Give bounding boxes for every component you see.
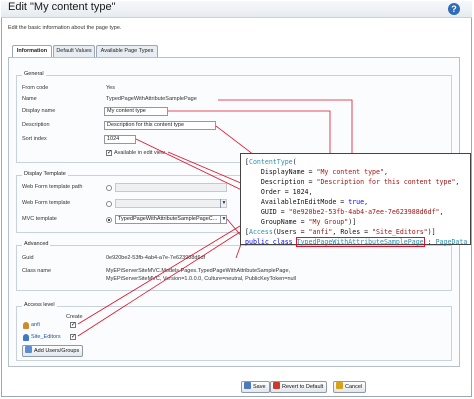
- web-form-path-input[interactable]: [115, 183, 227, 192]
- page-description: Edit the basic information about the pag…: [8, 25, 122, 31]
- code-token: "anfi": [308, 228, 333, 236]
- code-line: Order = 1024,: [245, 188, 313, 196]
- code-token: "0e920be2-53fb-4ab4-a7ee-7e623988d6df": [288, 208, 440, 216]
- code-token: "My Group": [308, 218, 349, 226]
- sort-index-label: Sort index: [22, 136, 47, 142]
- help-icon[interactable]: ?: [448, 3, 460, 15]
- access-level-legend: Access level: [22, 302, 57, 308]
- code-token: ,: [364, 198, 369, 206]
- name-label: Name: [22, 96, 37, 102]
- code-token: Description =: [245, 178, 317, 186]
- code-line: GUID = "0e920be2-53fb-4ab4-a7ee-7e623988…: [245, 207, 466, 217]
- code-token: :: [423, 238, 436, 246]
- add-users-icon: [25, 346, 32, 353]
- save-button[interactable]: Save: [241, 381, 270, 393]
- display-template-legend: Display Template: [22, 171, 68, 177]
- chevron-down-icon[interactable]: ▼: [220, 215, 227, 224]
- page-title: Edit "My content type": [8, 1, 116, 13]
- user-icon: [23, 322, 29, 329]
- web-form-radio[interactable]: [106, 201, 112, 207]
- code-token: )]: [427, 228, 436, 236]
- class-name-label: Class name: [22, 268, 52, 274]
- revert-icon: [273, 382, 280, 389]
- tab-available-page-types[interactable]: Available Page Types: [96, 45, 158, 57]
- add-users-groups-label: Add Users/Groups: [34, 348, 80, 354]
- code-token: GUID =: [245, 208, 289, 216]
- general-legend: General: [22, 71, 46, 77]
- code-line: [Access(Users = "anfi", Roles = "Site_Ed…: [245, 227, 466, 237]
- from-code-value: Yes: [106, 85, 115, 91]
- description-input[interactable]: Description for this content type: [104, 121, 216, 130]
- web-form-path-radio[interactable]: [106, 185, 112, 191]
- mvc-template-select[interactable]: TypedPageWithAttributeSamplePageC...: [115, 215, 227, 224]
- add-users-groups-button[interactable]: Add Users/Groups: [22, 345, 84, 357]
- save-label: Save: [253, 384, 266, 390]
- advanced-legend: Advanced: [22, 241, 51, 247]
- code-token: GroupName =: [245, 218, 309, 226]
- available-in-edit-label: Available in edit view: [114, 150, 165, 156]
- revert-label: Revert to Default: [282, 384, 324, 390]
- code-token: , Roles =: [332, 228, 373, 236]
- cancel-label: Cancel: [345, 384, 363, 390]
- web-form-path-label: Web Form template path: [22, 184, 83, 190]
- description-label: Description: [22, 122, 50, 128]
- general-fieldset: [16, 75, 452, 163]
- mvc-template-radio[interactable]: [106, 217, 112, 223]
- code-token: "Description for this content type": [316, 178, 456, 186]
- code-token: (Users =: [272, 228, 309, 236]
- code-line: Description = "Description for this cont…: [245, 177, 466, 187]
- sort-index-input[interactable]: 1024: [104, 135, 136, 144]
- mvc-template-label: MVC template: [22, 216, 57, 222]
- code-line: [ContentType(: [245, 157, 466, 167]
- code-token: TypedPageWithAttributeSamplePage: [295, 237, 425, 247]
- code-token: )]: [348, 218, 357, 226]
- code-token: AvailableInEditMode =: [245, 198, 349, 206]
- site-editors-create-checkbox[interactable]: ✓: [70, 334, 76, 340]
- tab-default-values[interactable]: Default Values: [53, 45, 95, 57]
- code-token: Access: [248, 228, 273, 236]
- code-token: ,: [455, 178, 460, 186]
- cancel-icon: [336, 382, 343, 389]
- code-token: "My content type": [316, 168, 384, 176]
- anfi-create-checkbox[interactable]: ✓: [70, 322, 76, 328]
- display-name-label: Display name: [22, 108, 56, 114]
- display-name-input[interactable]: My content type: [104, 107, 168, 116]
- guid-value: 0e920be2-53fb-4ab4-a7e-7e623988d6df: [106, 255, 206, 261]
- code-token: ContentType: [248, 158, 293, 166]
- class-name-value-line1: MyEPiServerSiteMVC.Models.Pages.TypedPag…: [106, 268, 291, 274]
- group-icon: [23, 334, 29, 341]
- save-icon: [244, 382, 251, 389]
- revert-to-default-button[interactable]: Revert to Default: [270, 381, 328, 393]
- web-form-label: Web Form template: [22, 200, 71, 206]
- create-column-header: Create: [66, 314, 83, 320]
- code-line: DisplayName = "My content type",: [245, 167, 466, 177]
- code-line: GroupName = "My Group")]: [245, 217, 466, 227]
- code-token: PageData: [435, 238, 468, 246]
- code-token: "Site_Editors": [372, 228, 428, 236]
- code-token: true: [348, 198, 365, 206]
- from-code-label: From code: [22, 85, 49, 91]
- available-in-edit-checkbox[interactable]: ✓: [106, 150, 112, 156]
- web-form-select[interactable]: [115, 199, 227, 208]
- name-value: TypedPageWithAttributeSamplePage: [106, 96, 197, 102]
- code-token: DisplayName =: [245, 168, 317, 176]
- class-name-value-line2: MyEPiServerSiteMVC, Version=1.0.0.0, Cul…: [106, 276, 296, 282]
- access-user-anfi[interactable]: anfi: [31, 322, 40, 328]
- code-token: (: [292, 158, 297, 166]
- code-token: ,: [383, 168, 388, 176]
- code-snippet: [ContentType( DisplayName = "My content …: [240, 153, 471, 247]
- code-token: ,: [439, 208, 444, 216]
- chevron-down-icon[interactable]: ▼: [220, 199, 227, 208]
- cancel-button[interactable]: Cancel: [333, 381, 367, 393]
- code-line: public class TypedPageWithAttributeSampl…: [245, 237, 468, 247]
- code-token: public class: [245, 238, 297, 246]
- guid-label: Guid: [22, 255, 34, 261]
- access-user-site-editors[interactable]: Site_Editors: [31, 334, 61, 340]
- code-line: AvailableInEditMode = true,: [245, 197, 466, 207]
